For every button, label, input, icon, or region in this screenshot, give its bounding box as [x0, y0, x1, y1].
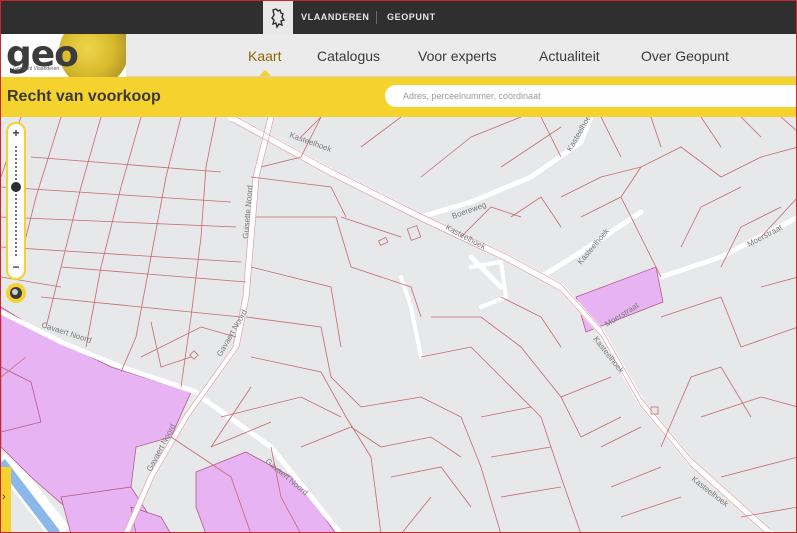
- zoom-slider-handle[interactable]: [11, 182, 21, 192]
- side-panel-toggle[interactable]: ›: [1, 467, 11, 532]
- nav-item-kaart[interactable]: Kaart: [248, 48, 281, 64]
- search-input[interactable]: Adres, perceelnummer, coördinaat: [385, 85, 796, 107]
- parcel-map[interactable]: Kasteelhoek Boereweg Kasteelhoek Kasteel…: [1, 117, 797, 533]
- flemish-lion-icon[interactable]: [263, 1, 293, 34]
- gov-link-geopunt[interactable]: GEOPUNT: [387, 12, 436, 22]
- nav-item-over-geopunt[interactable]: Over Geopunt: [641, 48, 729, 64]
- highlighted-parcels[interactable]: [1, 266, 664, 533]
- street-label: Moerstraat: [746, 223, 785, 249]
- government-bar-left: [1, 1, 263, 34]
- nav-item-catalogus[interactable]: Catalogus: [317, 48, 380, 64]
- gov-link-separator: [376, 11, 377, 24]
- gov-link-vlaanderen[interactable]: VLAANDEREN: [301, 12, 370, 22]
- nav-item-voor-experts[interactable]: Voor experts: [418, 48, 497, 64]
- main-navigation: geo Geopunt Vlaanderen Kaart Catalogus V…: [1, 34, 796, 77]
- logo-subtitle: Geopunt Vlaanderen: [13, 66, 60, 72]
- street-label: Kasteelhoek: [444, 223, 488, 252]
- government-bar: VLAANDEREN GEOPUNT: [1, 1, 796, 34]
- globe-icon[interactable]: [6, 283, 26, 303]
- active-nav-indicator: [259, 70, 271, 76]
- title-bar: Recht van voorkoop Adres, perceelnummer,…: [1, 77, 796, 117]
- page-title: Recht van voorkoop: [7, 88, 161, 105]
- map-view[interactable]: Kasteelhoek Boereweg Kasteelhoek Kasteel…: [1, 117, 797, 533]
- nav-item-actualiteit[interactable]: Actualiteit: [539, 48, 600, 64]
- street-label: Kasteelhoek: [576, 226, 612, 266]
- zoom-in-button[interactable]: +: [8, 126, 24, 140]
- app-window: VLAANDEREN GEOPUNT geo Geopunt Vlaandere…: [0, 0, 797, 533]
- zoom-slider-track[interactable]: [15, 146, 17, 256]
- geopunt-logo[interactable]: geo Geopunt Vlaanderen: [1, 34, 126, 77]
- lion-icon: [271, 7, 286, 29]
- chevron-right-icon: ›: [2, 491, 6, 503]
- zoom-control: + −: [6, 122, 26, 280]
- zoom-out-button[interactable]: −: [8, 260, 24, 274]
